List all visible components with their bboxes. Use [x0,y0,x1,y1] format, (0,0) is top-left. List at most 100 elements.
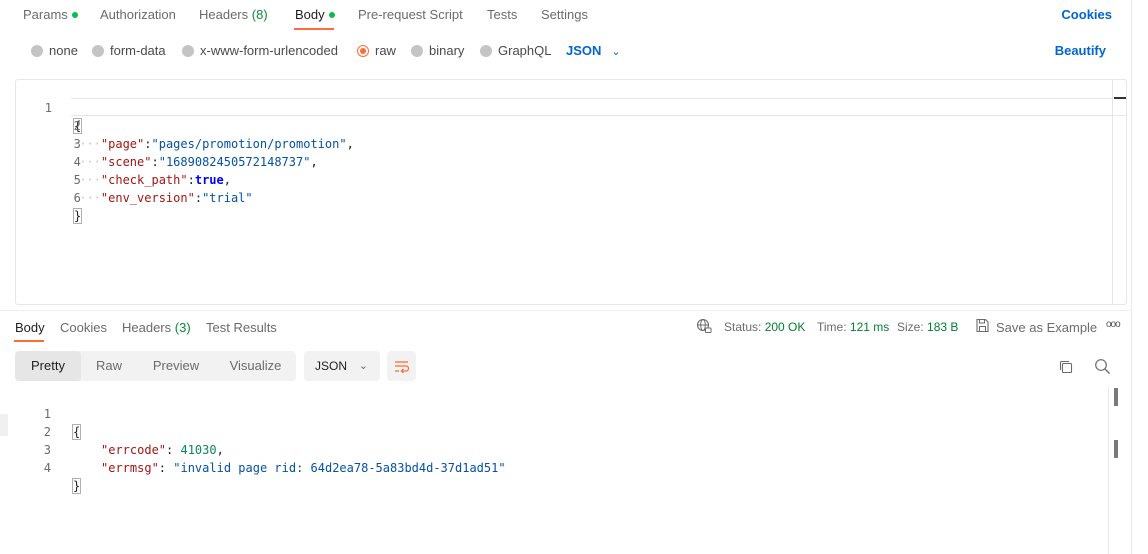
copy-icon[interactable] [1058,359,1074,378]
mode-raw[interactable]: Raw [86,351,132,381]
tab-settings[interactable]: Settings [541,7,588,22]
globe-lock-icon[interactable] [696,318,712,337]
radio-urlencoded[interactable]: x-www-form-urlencoded [182,43,338,58]
json-trail: , [346,137,354,151]
response-scrollbar-mark[interactable] [1114,440,1118,458]
radio-circle-selected [357,44,369,57]
response-size: Size: 183 B [897,320,958,334]
size-value: 183 B [927,320,959,334]
tab-headers-label: Headers [199,7,249,22]
body-indicator-dot [328,11,335,18]
active-tab-underline [294,28,334,30]
radio-none-label: none [49,43,78,58]
save-icon [975,318,990,336]
line-number: 4 [43,461,51,475]
json-sep: : [158,461,174,475]
response-time: Time: 121 ms [817,320,889,334]
status-label: Status: [724,320,762,334]
line-number: 5 [73,173,81,187]
time-value: 121 ms [849,320,890,334]
response-line: 3 "errmsg": "invalid page rid: 64d2ea78-… [0,423,506,475]
json-sep: : [151,155,159,169]
request-body-editor[interactable]: 1 { 2 ····"page":"pages/promotion/promot… [15,79,1127,305]
radio-none[interactable]: none [31,43,78,58]
json-trail: , [310,155,318,169]
response-tab-test-results[interactable]: Test Results [206,320,277,335]
tab-params-label: Params [23,7,68,22]
radio-graphql-label: GraphQL [498,43,552,58]
radio-circle [480,44,492,57]
chevron-down-icon: ⌄ [611,46,621,58]
close-brace: } [72,478,82,494]
tab-headers[interactable]: Headers (8) [199,7,268,22]
close-brace: } [73,208,83,224]
line-number: 3 [73,137,81,151]
response-tab-body[interactable]: Body [15,320,45,335]
time-label: Time: [817,320,847,334]
radio-urlencoded-label: x-www-form-urlencoded [200,43,338,58]
mode-pretty[interactable]: Pretty [15,351,81,381]
json-sep: : [194,191,203,205]
raw-format-dropdown[interactable]: JSON ⌄ [566,43,621,58]
raw-format-value: JSON [566,43,602,58]
editor-line: 4 ····"check_path":true, [16,135,231,187]
json-key: "page" [100,137,145,151]
mode-preview[interactable]: Preview [144,351,208,381]
response-body-viewer[interactable]: 1 { 2 "errcode": 41030, 3 "errmsg": "inv… [0,386,1148,554]
json-key: "env_version" [100,191,195,205]
mode-visualize[interactable]: Visualize [221,351,290,381]
response-scrollbar-mark[interactable] [1114,388,1118,406]
tab-headers-count: (8) [251,7,268,22]
beautify-button[interactable]: Beautify [1055,43,1106,58]
tab-authorization[interactable]: Authorization [100,7,176,22]
json-value: true [194,173,224,187]
radio-graphql[interactable]: GraphQL [480,43,551,58]
response-tab-headers-label: Headers [122,320,172,335]
editor-line: 3 ····"scene":"1689082450572148737", [16,117,318,169]
json-value: "pages/promotion/promotion" [151,137,347,151]
tab-tests[interactable]: Tests [487,7,517,22]
open-brace: { [72,424,82,440]
editor-line: 2 ····"page":"pages/promotion/promotion"… [16,99,354,151]
radio-circle [92,44,104,57]
line-number: 2 [73,119,81,133]
json-value: 41030 [180,443,217,457]
response-status: Status: 200 OK [724,320,805,334]
editor-scrollbar[interactable] [1112,80,1126,304]
cookies-link[interactable]: Cookies [1061,7,1112,22]
active-line-highlight [71,98,1126,116]
tab-body[interactable]: Body [295,7,335,22]
editor-line: 1 { [16,81,83,134]
response-format-dropdown[interactable]: JSON ⌄ [304,351,380,381]
json-value: "1689082450572148737" [158,155,311,169]
editor-line: 6 } [16,171,83,224]
json-sep: : [144,137,152,151]
more-options-icon[interactable]: ooo [1106,319,1121,330]
line-number: 6 [73,191,81,205]
scrollbar-mark [1114,97,1126,99]
radio-circle [411,44,423,57]
response-divider[interactable] [0,310,1148,311]
params-indicator-dot [71,11,78,18]
response-tab-underline [14,340,44,342]
tab-prerequest-script[interactable]: Pre-request Script [358,7,463,22]
response-headers-count: (3) [174,320,191,335]
search-icon[interactable] [1094,358,1111,378]
tab-params[interactable]: Params [23,7,78,22]
radio-binary[interactable]: binary [411,43,464,58]
response-tab-cookies[interactable]: Cookies [60,320,107,335]
json-value: "trial" [202,191,253,205]
radio-raw[interactable]: raw [357,43,396,58]
response-tab-headers[interactable]: Headers (3) [122,320,191,335]
json-sep: : [187,173,195,187]
response-line: 4 } [0,441,82,494]
radio-binary-label: binary [429,43,465,58]
wrap-lines-button[interactable] [387,351,416,381]
response-scroll-track [1108,386,1109,554]
size-label: Size: [897,320,924,334]
radio-form-data[interactable]: form-data [92,43,166,58]
radio-form-data-label: form-data [110,43,166,58]
save-as-example-button[interactable]: Save as Example [996,320,1097,335]
response-line: 2 "errcode": 41030, [0,405,224,457]
radio-circle [31,44,43,57]
